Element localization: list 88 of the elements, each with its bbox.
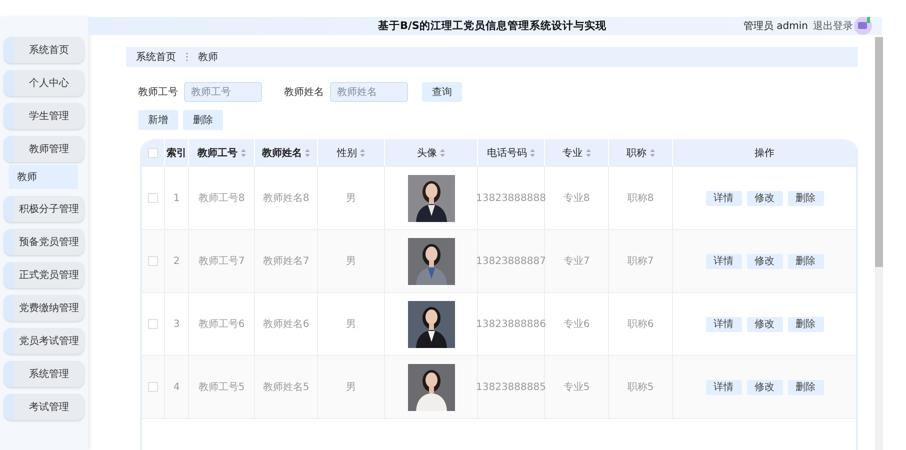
row-checkbox[interactable] — [148, 256, 158, 266]
table-cell-text: 男 — [346, 192, 356, 205]
column-header[interactable]: 索引 — [166, 146, 186, 160]
column-header[interactable]: 操作 — [754, 146, 774, 160]
breadcrumb-current: 教师 — [198, 51, 218, 64]
table-cell-text: 教师姓名8 — [262, 192, 310, 205]
menu-item[interactable]: 个人中心 — [4, 70, 84, 96]
add-button[interactable]: 新增 — [138, 110, 178, 130]
table-cell-text: 职称5 — [627, 381, 654, 394]
table-cell-text: 教师姓名5 — [262, 381, 310, 394]
column-header[interactable]: 教师姓名 — [262, 146, 310, 160]
row-checkbox[interactable] — [148, 319, 158, 329]
table-cell-text: 教师工号5 — [198, 381, 245, 394]
column-header[interactable]: 教师工号 — [198, 146, 246, 160]
column-header[interactable]: 专业 — [562, 146, 590, 160]
table-cell-text: 男 — [346, 318, 356, 331]
table-cell: 3 — [173, 318, 180, 330]
menu-item[interactable]: 预备党员管理 — [4, 229, 84, 255]
user-name: 管理员 admin — [743, 20, 808, 33]
table-cell-text: 专业5 — [563, 380, 590, 394]
menu-item[interactable]: 系统首页 — [4, 37, 84, 63]
logout-link[interactable]: 退出登录 — [813, 19, 853, 33]
menu-item[interactable]: 教师管理 — [4, 136, 84, 162]
detail-button[interactable]: 详情 — [706, 380, 742, 394]
table-cell-text: 职称7 — [627, 255, 654, 268]
menu-item[interactable]: 学生管理 — [4, 103, 84, 129]
scrollbar[interactable] — [875, 37, 883, 450]
edit-button[interactable]: 修改 — [746, 190, 782, 206]
edit-button[interactable]: 修改 — [746, 380, 782, 394]
column-header[interactable]: 职称 — [626, 146, 654, 160]
table-cell: 13823888887 — [476, 256, 546, 266]
row-checkbox[interactable] — [148, 382, 158, 392]
table-cell-text: 教师姓名6 — [262, 318, 310, 331]
search-field[interactable]: 教师姓名 — [330, 82, 408, 102]
delete-button[interactable]: 删除 — [788, 190, 824, 206]
detail-button[interactable]: 详情 — [706, 190, 742, 206]
table-cell-text: 专业6 — [563, 318, 590, 331]
delete-button[interactable]: 删除 — [788, 254, 824, 268]
field-label: 教师姓名 — [284, 86, 324, 99]
table-cell-text: 职称8 — [627, 192, 654, 205]
sort-icon[interactable] — [530, 148, 535, 156]
menu-item[interactable]: 考试管理 — [4, 394, 84, 420]
breadcrumb-link[interactable]: 系统首页 — [136, 50, 176, 64]
chat-bubble-icon[interactable] — [854, 17, 872, 35]
table-cell-text: 教师工号7 — [198, 255, 245, 268]
table-cell-text: 专业7 — [563, 254, 590, 268]
table-cell: 4 — [173, 382, 180, 392]
menu-item[interactable]: 党员考试管理 — [4, 328, 84, 354]
table-cell-text: 教师工号6 — [198, 318, 245, 331]
table-cell-text: 专业8 — [563, 192, 590, 205]
delete-button[interactable]: 删除 — [788, 380, 824, 394]
sort-icon[interactable] — [240, 148, 246, 156]
sort-icon[interactable] — [440, 148, 445, 156]
query-button[interactable]: 查询 — [422, 82, 462, 102]
sort-icon[interactable] — [305, 148, 310, 156]
table-cell: 1 — [173, 192, 180, 204]
table-cell-text: 职称6 — [627, 318, 654, 331]
table-cell: 13823888888 — [476, 192, 546, 204]
search-field[interactable]: 教师工号 — [184, 82, 262, 102]
menu-item[interactable]: 积极分子管理 — [4, 196, 84, 222]
delete-button[interactable]: 删除 — [788, 316, 824, 332]
edit-button[interactable]: 修改 — [746, 254, 782, 268]
column-header[interactable]: 电话号码 — [487, 146, 535, 160]
table-cell-text: 男 — [346, 255, 356, 268]
sort-icon[interactable] — [586, 148, 590, 156]
detail-button[interactable]: 详情 — [706, 254, 742, 268]
table-cell-text: 男 — [346, 381, 356, 394]
column-header[interactable]: 头像 — [417, 146, 445, 160]
breadcrumb-separator: ⋮ — [182, 52, 192, 62]
delete-button[interactable]: 删除 — [183, 110, 223, 130]
detail-button[interactable]: 详情 — [706, 316, 742, 332]
table-cell: 13823888886 — [476, 318, 546, 330]
field-label: 教师工号 — [138, 86, 178, 99]
menu-item[interactable]: 系统管理 — [4, 361, 84, 387]
menu-item[interactable]: 正式党员管理 — [4, 262, 84, 288]
table-cell-text: 教师工号8 — [198, 192, 245, 205]
sort-icon[interactable] — [650, 148, 654, 156]
row-checkbox[interactable] — [148, 193, 158, 203]
column-header[interactable]: 性别 — [337, 146, 365, 160]
table-cell: 2 — [173, 256, 180, 266]
table-cell-text: 教师姓名7 — [262, 255, 310, 268]
sort-icon[interactable] — [360, 148, 365, 156]
submenu-item[interactable]: 教师 — [9, 165, 78, 189]
select-all-checkbox[interactable] — [148, 148, 158, 158]
system-title: 基于B/S的江理工党员信息管理系统设计与实现 — [378, 19, 606, 33]
menu-item[interactable]: 党费缴纳管理 — [4, 295, 84, 321]
edit-button[interactable]: 修改 — [746, 316, 782, 332]
table-cell: 13823888885 — [476, 382, 546, 392]
